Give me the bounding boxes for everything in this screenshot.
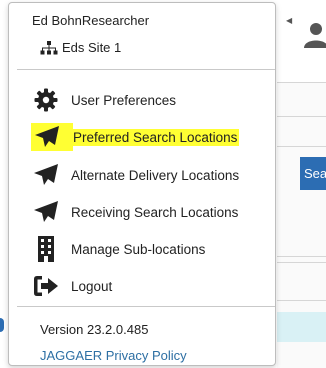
sitemap-icon	[40, 40, 58, 54]
menu-item-label: User Preferences	[71, 92, 177, 108]
menu-item-alternate-delivery-locations[interactable]: Alternate Delivery Locations	[9, 157, 277, 193]
menu-item-label: Receiving Search Locations	[71, 204, 239, 220]
menu-divider	[17, 69, 275, 70]
caret-left-icon: ◀	[286, 16, 293, 25]
user-dropdown-menu: Ed BohnResearcher Eds Site 1 User Prefer…	[8, 2, 276, 366]
menu-item-logout[interactable]: Logout	[9, 268, 277, 304]
user-name: Ed BohnResearcher	[32, 13, 150, 28]
user-avatar-icon[interactable]	[304, 22, 326, 53]
background-divider	[277, 262, 326, 263]
menu-divider	[17, 306, 275, 307]
background-divider	[277, 300, 326, 301]
menu-item-manage-sub-locations[interactable]: Manage Sub-locations	[9, 231, 277, 267]
sign-out-icon	[33, 273, 59, 299]
menu-item-receiving-search-locations[interactable]: Receiving Search Locations	[9, 194, 277, 230]
menu-item-label: Preferred Search Locations	[71, 128, 240, 146]
background-divider	[277, 116, 326, 117]
menu-item-user-preferences[interactable]: User Preferences	[9, 82, 277, 118]
search-button[interactable]: Sea	[300, 157, 326, 190]
background-divider	[277, 256, 326, 257]
menu-item-label: Alternate Delivery Locations	[71, 167, 240, 183]
site-selector[interactable]: Eds Site 1	[40, 40, 121, 55]
menu-item-label: Logout	[71, 278, 113, 294]
version-text: Version 23.2.0.485	[40, 322, 149, 337]
menu-item-label: Manage Sub-locations	[71, 241, 206, 257]
info-band	[277, 312, 326, 342]
building-icon	[33, 236, 59, 262]
paper-plane-icon	[31, 123, 73, 151]
site-label: Eds Site 1	[62, 40, 122, 55]
paper-plane-icon	[33, 162, 59, 188]
menu-item-preferred-search-locations[interactable]: Preferred Search Locations	[9, 119, 277, 155]
privacy-policy-link[interactable]: JAGGAER Privacy Policy	[40, 348, 187, 363]
background-edge-marker	[0, 318, 4, 332]
paper-plane-icon	[33, 199, 59, 225]
background-divider	[277, 146, 326, 147]
gear-icon	[33, 87, 59, 113]
